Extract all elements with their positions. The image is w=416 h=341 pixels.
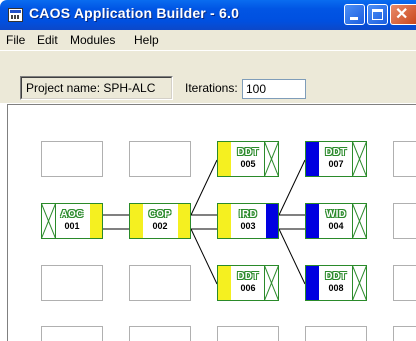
module-ddt-008[interactable]: DDT 008 [305, 265, 367, 301]
app-icon[interactable] [8, 8, 23, 22]
module-input-port[interactable] [306, 204, 319, 238]
module-number: 002 [152, 221, 168, 231]
grid-cell[interactable] [393, 141, 416, 177]
module-input-port[interactable] [218, 204, 231, 238]
module-input-port[interactable] [218, 266, 231, 300]
module-name: COP [148, 209, 172, 220]
module-output-port [264, 266, 278, 300]
module-ddt-005[interactable]: DDT 005 [217, 141, 279, 177]
maximize-icon [372, 9, 383, 20]
module-name: WID [325, 209, 347, 220]
module-name: DDT [325, 271, 347, 282]
module-output-port[interactable] [266, 204, 278, 238]
module-name: IRD [238, 209, 258, 220]
module-number: 003 [240, 221, 256, 231]
iterations-value: 100 [246, 82, 267, 96]
module-output-port [352, 142, 366, 176]
title-bar: CAOS Application Builder - 6.0 ✕ [0, 0, 416, 30]
module-cop-002[interactable]: COP 002 [129, 203, 191, 239]
module-output-port [352, 266, 366, 300]
close-icon: ✕ [395, 6, 409, 23]
module-number: 001 [64, 221, 80, 231]
module-wid-004[interactable]: WID 004 [305, 203, 367, 239]
menu-edit[interactable]: Edit [37, 33, 58, 47]
grid-cell[interactable] [41, 265, 103, 301]
module-number: 006 [240, 283, 256, 293]
menu-help[interactable]: Help [134, 33, 159, 47]
grid-cell[interactable] [393, 326, 416, 341]
close-button[interactable]: ✕ [390, 4, 416, 25]
minimize-button[interactable] [344, 4, 365, 25]
module-number: 004 [328, 221, 344, 231]
grid-cell[interactable] [393, 203, 416, 239]
iterations-input[interactable]: 100 [242, 79, 306, 99]
grid-cell[interactable] [41, 141, 103, 177]
grid-cell[interactable] [129, 141, 191, 177]
project-info-bar: Project name: SPH-ALC Iterations: 100 [0, 50, 416, 103]
window-title: CAOS Application Builder - 6.0 [29, 5, 240, 21]
module-ird-003[interactable]: IRD 003 [217, 203, 279, 239]
module-output-port[interactable] [178, 204, 190, 238]
project-name-box: Project name: SPH-ALC [20, 76, 173, 100]
grid-cell[interactable] [41, 326, 103, 341]
module-output-port[interactable] [90, 204, 102, 238]
module-input-port[interactable] [218, 142, 231, 176]
module-ddt-006[interactable]: DDT 006 [217, 265, 279, 301]
module-input-port[interactable] [306, 266, 319, 300]
menu-modules[interactable]: Modules [70, 33, 115, 47]
module-input-port [42, 204, 56, 238]
maximize-button[interactable] [367, 4, 388, 25]
project-name-label: Project name: SPH-ALC [26, 81, 156, 95]
module-number: 005 [240, 159, 256, 169]
module-input-port[interactable] [306, 142, 319, 176]
grid-cell[interactable] [129, 326, 191, 341]
menu-file[interactable]: File [6, 33, 25, 47]
menu-bar: File Edit Modules Help [0, 30, 416, 50]
grid-cell[interactable] [305, 326, 367, 341]
module-name: DDT [237, 147, 259, 158]
grid-cell[interactable] [129, 265, 191, 301]
module-output-port [264, 142, 278, 176]
module-name: DDT [325, 147, 347, 158]
minimize-icon [350, 17, 358, 20]
module-input-port[interactable] [130, 204, 143, 238]
module-name: AOC [60, 209, 84, 220]
module-number: 008 [328, 283, 344, 293]
module-output-port [352, 204, 366, 238]
grid-cell[interactable] [393, 265, 416, 301]
module-number: 007 [328, 159, 344, 169]
iterations-label: Iterations: [185, 81, 238, 95]
module-aoc-001[interactable]: AOC 001 [41, 203, 103, 239]
module-ddt-007[interactable]: DDT 007 [305, 141, 367, 177]
module-name: DDT [237, 271, 259, 282]
grid-cell[interactable] [217, 326, 279, 341]
